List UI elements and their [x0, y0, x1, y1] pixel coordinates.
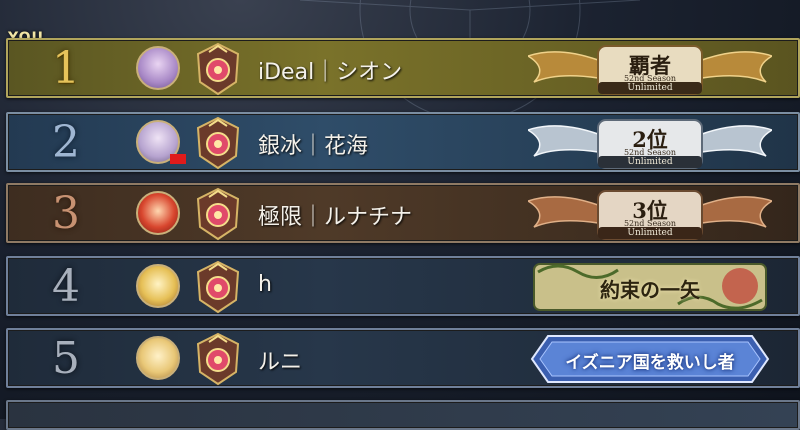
rank-number: 2	[52, 117, 80, 168]
player-name: h	[258, 272, 272, 297]
rank-number: 1	[52, 43, 80, 94]
player-avatar[interactable]	[136, 264, 180, 308]
badge-season: 52nd Season	[623, 219, 677, 228]
rank-emblem-icon	[196, 116, 240, 170]
player-name: ルニ	[258, 350, 303, 375]
badge-title: イズニア国を救いし者	[565, 353, 735, 373]
rank-emblem-icon	[196, 260, 240, 314]
ranking-row-6-partial[interactable]	[6, 400, 800, 430]
badge-season: 52nd Season	[623, 148, 677, 157]
rank-number: 3	[52, 188, 80, 239]
player-avatar[interactable]	[136, 336, 180, 380]
red-mark	[170, 154, 186, 164]
season-badge: 2位 52nd Season Unlimited	[528, 116, 772, 170]
rank-number: 5	[52, 333, 80, 384]
ranking-row-2[interactable]: 2 銀冰｜花海 2位 52nd Season Unlimited	[6, 112, 800, 172]
ranking-row-3[interactable]: 3 極限｜ルナチナ 3位 52nd Season Unlimited	[6, 183, 800, 243]
season-badge: 覇者 52nd Season Unlimited	[528, 42, 772, 96]
ranking-row-1[interactable]: 1 iDeal｜シオン 覇者 52nd Season Unlimited	[6, 38, 800, 98]
rank-emblem-icon	[196, 332, 240, 386]
rank-number: 4	[52, 261, 80, 312]
rank-emblem-icon	[196, 42, 240, 96]
badge-season: 52nd Season	[623, 74, 677, 83]
ranking-row-4[interactable]: 4 h 約束の一矢	[6, 256, 800, 316]
badge-mode: Unlimited	[627, 83, 673, 93]
badge-title: 約束の一矢	[600, 278, 700, 302]
season-badge: 3位 52nd Season Unlimited	[528, 187, 772, 241]
player-name: 極限｜ルナチナ	[258, 205, 413, 230]
player-name: 銀冰｜花海	[258, 134, 369, 159]
rank-emblem-icon	[196, 187, 240, 241]
badge-mode: Unlimited	[627, 228, 673, 238]
player-avatar[interactable]	[136, 46, 180, 90]
ranking-row-5[interactable]: 5 ルニ イズニア国を救いし者	[6, 328, 800, 388]
player-name: iDeal｜シオン	[258, 60, 403, 85]
title-badge: 約束の一矢	[528, 260, 772, 314]
title-badge: イズニア国を救いし者	[528, 332, 772, 386]
player-avatar[interactable]	[136, 191, 180, 235]
badge-mode: Unlimited	[627, 157, 673, 167]
